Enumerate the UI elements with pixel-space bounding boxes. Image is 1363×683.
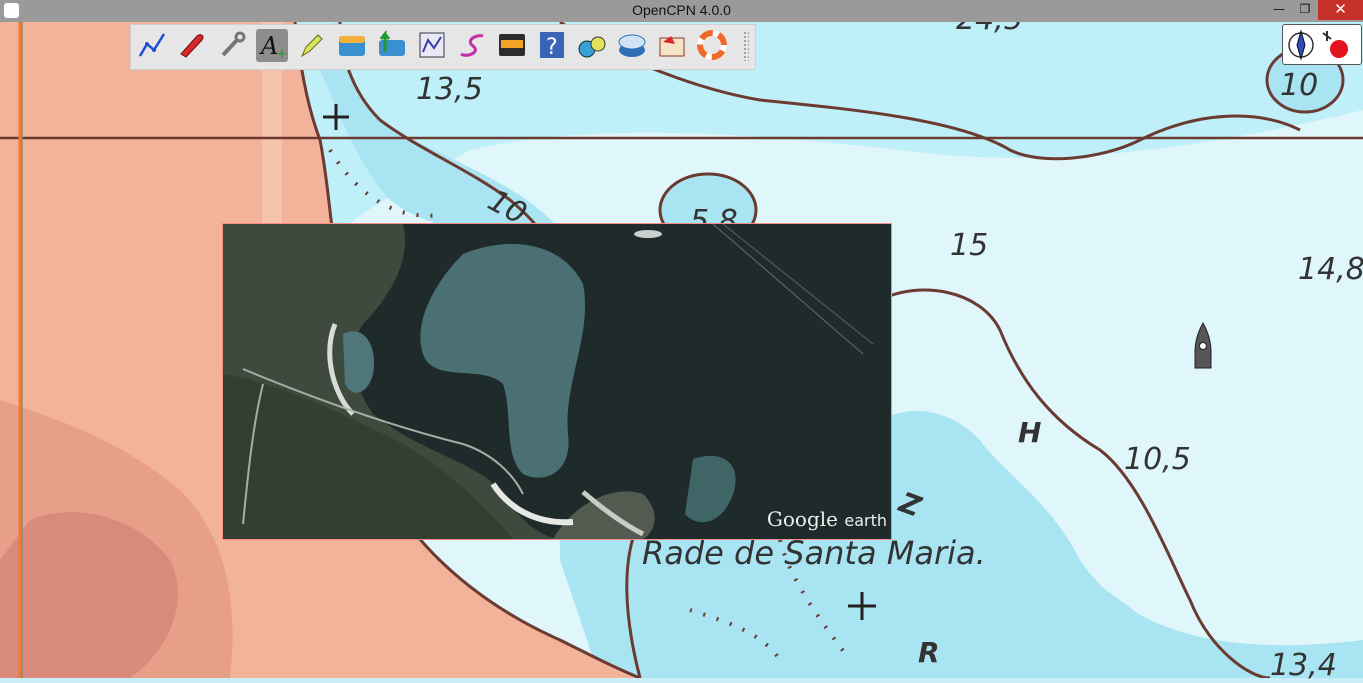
google-earth-logo: Google earth [767,507,887,531]
gps-position-icon [618,34,646,57]
toolbar-grip[interactable] [743,31,749,61]
dashboard-icon [499,34,525,56]
tide-icon [339,36,365,56]
zoom-chart-icon [578,36,606,58]
tool-dashboard[interactable] [496,29,528,62]
depth-sounding: 15 [950,228,989,263]
tool-text-annotation[interactable]: A + [256,29,288,62]
tool-route[interactable] [136,29,168,62]
life-ring-icon [697,30,727,60]
tool-settings[interactable] [216,29,248,62]
compass-icon [1288,29,1348,61]
main-toolbar: A + ? [130,24,756,70]
depth-sounding: 10,5 [1124,442,1191,477]
tool-life-ring[interactable] [696,29,728,62]
tool-ais[interactable] [176,29,208,62]
ais-target-icon [180,34,204,58]
depth-sounding: 10 [1280,68,1319,103]
close-button[interactable]: ✕ [1318,0,1363,20]
route-icon [138,33,166,57]
compass-widget[interactable] [1282,24,1362,65]
text-annotation-icon: A+ [259,32,287,60]
tool-tide[interactable] [336,29,368,62]
own-ship-icon[interactable] [1193,322,1213,370]
google-earth-overlay[interactable]: Google earth [222,223,892,540]
tool-alarm[interactable] [656,29,688,62]
tool-current[interactable] [376,29,408,62]
track-icon [460,34,484,57]
route-manager-icon [419,32,445,58]
settings-wrench-icon [221,31,246,57]
restore-button[interactable]: ❐ [1290,0,1320,20]
logo-suffix: earth [844,511,887,530]
alarm-icon [659,36,685,57]
tool-gps[interactable] [616,29,648,62]
tool-track[interactable] [456,29,488,62]
window-title: OpenCPN 4.0.0 [632,2,731,18]
svg-text:+: + [276,46,287,60]
help-icon: ? [540,32,564,60]
satellite-image [223,224,891,539]
tool-mark[interactable] [296,29,328,62]
mark-pen-icon [300,34,323,58]
current-icon [379,30,405,56]
tool-help[interactable]: ? [536,29,568,62]
logo-text: Google [766,507,838,531]
title-bar: OpenCPN 4.0.0 — ❐ ✕ [0,0,1363,22]
depth-sounding: 13,5 [416,72,483,107]
depth-sounding: 14,8 [1298,252,1363,287]
chart-letter: H [1018,416,1042,449]
svg-text:?: ? [546,35,558,60]
tool-route-manager[interactable] [416,29,448,62]
chart-letter: R [918,636,940,669]
tool-zoom-chart[interactable] [576,29,608,62]
